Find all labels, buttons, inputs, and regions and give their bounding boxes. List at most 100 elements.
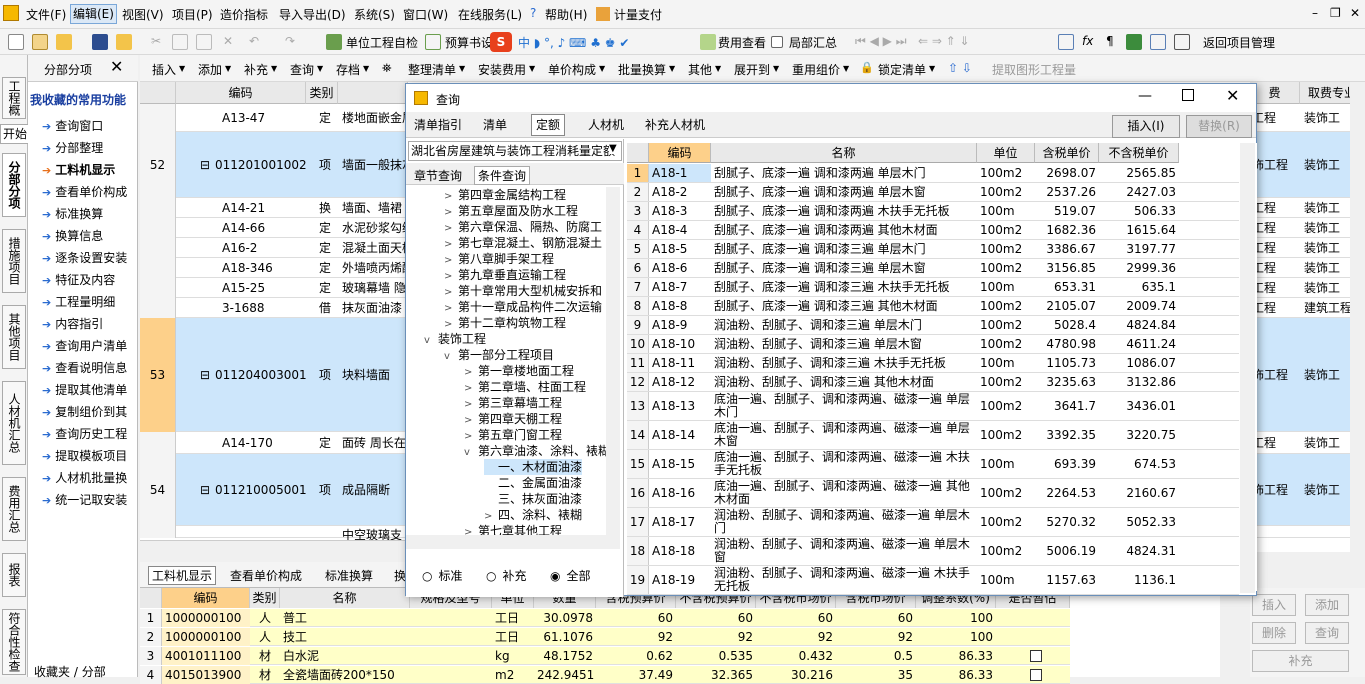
tree-hscrollbar[interactable] <box>406 535 620 549</box>
tab-labor-material-q[interactable]: 人材机 <box>588 116 624 133</box>
input-method-icon[interactable]: S <box>490 32 512 52</box>
tree-node[interactable]: 三、抹灰面油漆 <box>484 491 582 507</box>
menu-online[interactable]: 在线服务(L) <box>458 6 522 23</box>
toolbar2-item[interactable]: 其他 <box>688 61 712 78</box>
fee-view-button[interactable]: 费用查看 <box>718 34 766 51</box>
collapse-icon[interactable]: ⊟ <box>200 481 210 499</box>
dialog-insert-button[interactable]: 插入(I) <box>1112 115 1180 138</box>
quota-row[interactable]: 7 A18-7 刮腻子、底漆一遍 调和漆三遍 木扶手无托板 100m 653.31 635… <box>627 278 1239 297</box>
grid-vscrollbar[interactable] <box>1350 82 1365 552</box>
nav-item[interactable]: ➔ 分部整理 <box>42 139 103 156</box>
nav-item[interactable]: ➔ 统一记取安装 <box>42 491 127 508</box>
supplement-button[interactable]: 补充 <box>1252 650 1349 672</box>
close-app-icon[interactable]: ✕ <box>1350 6 1360 20</box>
menu-file[interactable]: 文件(F) <box>26 6 66 23</box>
menu-view[interactable]: 视图(V) <box>122 6 164 23</box>
tab-report[interactable]: 报表 <box>2 553 26 597</box>
quota-row[interactable]: 8 A18-8 刮腻子、底漆一遍 调和漆三遍 其他木材面 100m2 2105.07 20… <box>627 297 1239 316</box>
menu-help[interactable]: 帮助(H) <box>545 6 587 23</box>
nav-item[interactable]: ➔ 工程量明细 <box>42 293 115 310</box>
toolbar2-item[interactable]: 单价构成 <box>548 61 596 78</box>
labor-row[interactable]: 4 4015013900 材全瓷墙面砖200*150 m2 242.9451 37.49 3… <box>140 666 1070 684</box>
nav-item[interactable]: ➔ 查询窗口 <box>42 117 103 134</box>
nav-item[interactable]: ➔ 标准换算 <box>42 205 103 222</box>
insert-button[interactable]: 插入 <box>1252 594 1296 616</box>
undo-icon[interactable]: ↶ <box>246 34 262 50</box>
nav-item[interactable]: ➔ 人材机批量换 <box>42 469 127 486</box>
provisional-checkbox[interactable] <box>1030 650 1042 662</box>
toolbar2-item[interactable]: 提取图形工程量 <box>992 61 1076 78</box>
menu-payment[interactable]: 计量支付 <box>614 6 662 23</box>
collapse-icon[interactable]: ⊟ <box>200 156 210 174</box>
menu-cost-index[interactable]: 造价指标 <box>220 6 268 23</box>
cut-icon[interactable]: ✂ <box>148 34 164 50</box>
add-button[interactable]: 添加 <box>1305 594 1349 616</box>
tab-other[interactable]: 其他项目 <box>2 305 26 369</box>
radio-option[interactable]: ○ 标准 <box>422 567 463 584</box>
quota-row[interactable]: 19 A18-19 润油粉、刮腻子、调和漆两遍、磁漆一遍 木扶手无托板 100m 115… <box>627 566 1239 595</box>
grid-hscrollbar[interactable] <box>140 540 405 554</box>
tab-project-overview[interactable]: 工程概况 <box>2 77 26 119</box>
toolbar2-item[interactable]: 重用组价 <box>792 61 840 78</box>
tree-node[interactable]: 一、木材面油漆 <box>484 459 583 475</box>
tree-node[interactable]: > 第七章其他工程 <box>464 523 562 535</box>
nav-item[interactable]: ➔ 查询历史工程 <box>42 425 127 442</box>
nav-item[interactable]: ➔ 查看说明信息 <box>42 359 127 376</box>
nav-arrows[interactable]: ⏮ ◀ ▶ ⏭ ⇐ ⇒ ⇑ ⇓ <box>855 34 970 49</box>
quota-row[interactable]: 11 A18-11 润油粉、刮腻子、调和漆三遍 木扶手无托板 100m 1105.73 1… <box>627 354 1239 373</box>
window-icon[interactable] <box>1150 34 1166 50</box>
folder-icon[interactable] <box>116 34 132 50</box>
quota-row[interactable]: 14 A18-14 底油一遍、刮腻子、调和漆两遍、磁漆一遍 单层木窗 100m2 339… <box>627 421 1239 450</box>
chevron-right-icon[interactable]: > <box>464 525 478 535</box>
provisional-checkbox[interactable] <box>1030 669 1042 681</box>
cube-icon[interactable] <box>1126 34 1142 50</box>
tab-division[interactable]: 分部分项 <box>2 153 26 217</box>
nav-item[interactable]: ➔ 逐条设置安装 <box>42 249 127 266</box>
menu-project[interactable]: 项目(P) <box>172 6 213 23</box>
toolbar2-item[interactable]: 整理清单 <box>408 61 456 78</box>
quota-row[interactable]: 10 A18-10 润油粉、刮腻子、调和漆三遍 单层木窗 100m2 4780.98 46… <box>627 335 1239 354</box>
menu-import-export[interactable]: 导入导出(D) <box>279 6 346 23</box>
menu-window[interactable]: 窗口(W) <box>403 6 448 23</box>
tab-bill-guide[interactable]: 清单指引 <box>414 116 462 133</box>
return-project-button[interactable]: 返回项目管理 <box>1203 34 1275 51</box>
nav-item[interactable]: ➔ 查看单价构成 <box>42 183 127 200</box>
quota-row[interactable]: 5 A18-5 刮腻子、底漆一遍 调和漆三遍 单层木门 100m2 3386.67 319… <box>627 240 1239 259</box>
redo-icon[interactable]: ↷ <box>282 34 298 50</box>
query-button[interactable]: 查询 <box>1305 622 1349 644</box>
quota-row[interactable]: 12 A18-12 润油粉、刮腻子、调和漆三遍 其他木材面 100m2 3235.63 3… <box>627 373 1239 392</box>
radio-option[interactable]: ◉ 全部 <box>550 567 591 584</box>
move-arrows-icon[interactable]: ⇧ ⇩ <box>948 61 972 75</box>
list-icon[interactable] <box>1174 34 1190 50</box>
chevron-down-icon[interactable]: v <box>424 333 438 349</box>
tab-condition-query[interactable]: 条件查询 <box>474 166 531 185</box>
local-summary-checkbox[interactable] <box>771 36 783 48</box>
tree-vscrollbar[interactable] <box>606 187 620 535</box>
labor-row[interactable]: 1 1000000100 人普工 工日 30.0978 60 60 60 60 100 <box>140 609 1070 627</box>
new-file-icon[interactable] <box>8 34 24 50</box>
nav-item[interactable]: ➔ 提取其他清单 <box>42 381 127 398</box>
tab-measures[interactable]: 措施项目 <box>2 229 26 293</box>
calculator-icon[interactable] <box>1058 34 1074 50</box>
toolbar2-item[interactable]: 添加 <box>198 61 222 78</box>
tab-standard-conversion[interactable]: 标准换算 <box>325 567 373 584</box>
nav-item[interactable]: ➔ 换算信息 <box>42 227 103 244</box>
tab-supplement-labor[interactable]: 补充人材机 <box>645 116 705 133</box>
delete-button[interactable]: 删除 <box>1252 622 1296 644</box>
nav-item[interactable]: ➔ 内容指引 <box>42 315 103 332</box>
quota-row[interactable]: 6 A18-6 刮腻子、底漆一遍 调和漆三遍 单层木窗 100m2 3156.85 299… <box>627 259 1239 278</box>
dialog-replace-button[interactable]: 替换(R) <box>1186 115 1252 138</box>
labor-row[interactable]: 3 4001011100 材白水泥 kg 48.1752 0.62 0.535 0.432 0.… <box>140 647 1070 665</box>
tree-node[interactable]: 二、金属面油漆 <box>484 475 582 491</box>
chevron-down-icon[interactable]: v <box>444 349 458 365</box>
nav-item[interactable]: ➔ 复制组价到其 <box>42 403 127 420</box>
dialog-close-icon[interactable]: ✕ <box>1226 86 1239 105</box>
quota-row[interactable]: 4 A18-4 刮腻子、底漆一遍 调和漆两遍 其他木材面 100m2 1682.36 16… <box>627 221 1239 240</box>
quota-row[interactable]: 17 A18-17 润油粉、刮腻子、调和漆两遍、磁漆一遍 单层木门 100m2 5270… <box>627 508 1239 537</box>
binoculars-icon[interactable]: ⛯ <box>382 61 392 76</box>
copy-icon[interactable] <box>172 34 188 50</box>
save-icon[interactable] <box>92 34 108 50</box>
toolbar2-item[interactable]: 补充 <box>244 61 268 78</box>
nav-item[interactable]: ➔ 提取模板项目 <box>42 447 127 464</box>
dialog-maximize-icon[interactable] <box>1182 89 1194 101</box>
